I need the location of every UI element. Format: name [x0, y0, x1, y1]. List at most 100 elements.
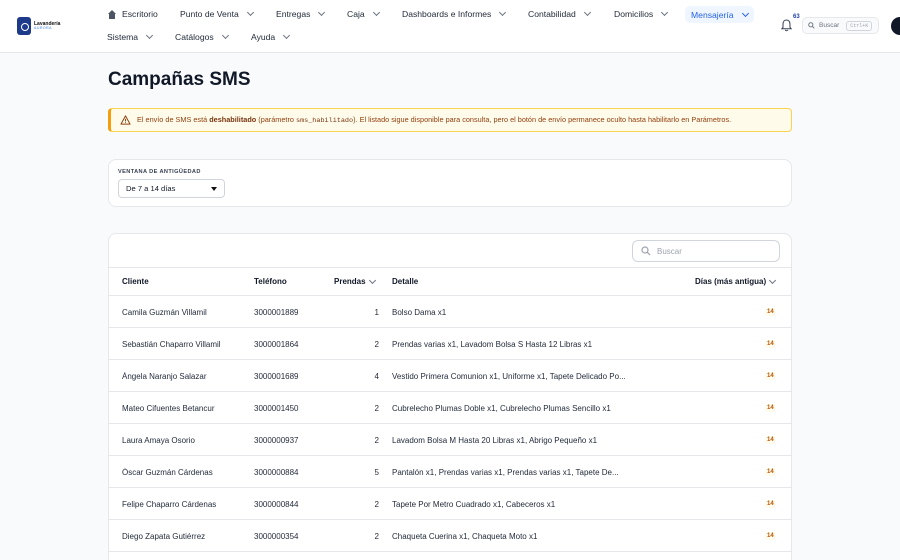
brand-subname: AURORA — [34, 25, 52, 30]
sort-chevron-icon — [368, 276, 376, 284]
warning-alert: El envío de SMS está deshabilitado (pará… — [108, 108, 792, 132]
table-row[interactable]: Felipe Chaparro Cárdenas 3000000844 2 Ta… — [109, 488, 791, 520]
cell-detalle: Prendas varias x1, Lavadom Bolsa S Hasta… — [392, 340, 593, 349]
cell-prendas: 4 — [374, 372, 379, 381]
table-row[interactable]: Camila Guzmán Villamil 3000001889 1 Bols… — [109, 296, 791, 328]
dias-badge: 14 — [765, 308, 776, 316]
sort-chevron-icon — [769, 276, 777, 284]
cell-telefono: 3000000937 — [254, 436, 299, 445]
chevron-down-icon — [146, 31, 154, 40]
cell-cliente: Diego Zapata Gutiérrez — [122, 532, 206, 541]
table-row[interactable]: Sebastián Chaparro Villamil 3000001864 2… — [109, 328, 791, 360]
cell-cliente: Camila Guzmán Villamil — [122, 308, 207, 317]
nav-label: Ayuda — [251, 32, 276, 42]
table-header: Cliente Teléfono Prendas Detalle Días (m… — [109, 267, 791, 296]
table-row[interactable]: Óscar Guzmán Cárdenas 3000000884 5 Panta… — [109, 456, 791, 488]
filter-label: VENTANA DE ANTIGÜEDAD — [118, 169, 201, 175]
cell-detalle: Tapete Por Metro Cuadrado x1, Cabeceros … — [392, 500, 556, 509]
warning-icon — [120, 115, 131, 125]
cell-prendas: 2 — [374, 436, 379, 445]
age-window-value: De 7 a 14 días — [126, 184, 176, 193]
alert-text: El envío de SMS está deshabilitado (pará… — [137, 115, 732, 125]
cell-telefono: 3000001889 — [254, 308, 299, 317]
cell-cliente: Sebastián Chaparro Villamil — [122, 340, 221, 349]
nav-label: Escritorio — [122, 9, 158, 19]
nav-ayuda[interactable]: Ayuda — [251, 29, 291, 45]
table-search-input[interactable]: Buscar — [632, 240, 780, 262]
cell-detalle: Chaqueta Cuerina x1, Chaqueta Moto x1 — [392, 532, 538, 541]
cell-prendas: 2 — [374, 340, 379, 349]
search-icon — [641, 246, 651, 256]
sms-campaign-table: Buscar Cliente Teléfono Prendas Detalle … — [108, 233, 792, 560]
cell-detalle: Vestido Primera Comunion x1, Uniforme x1… — [392, 372, 626, 381]
nav-label: Catálogos — [175, 32, 214, 42]
home-icon — [107, 9, 117, 19]
chevron-down-icon — [283, 31, 291, 40]
brand-logo[interactable]: Lavandería AURORA — [17, 16, 64, 36]
cell-detalle: Pantalón x1, Prendas varias x1, Prendas … — [392, 468, 619, 477]
nav-domicilios[interactable]: Domicilios — [614, 6, 669, 22]
cell-prendas: 1 — [374, 308, 379, 317]
table-row[interactable]: Ángela Naranjo Salazar 3000001689 4 Vest… — [109, 360, 791, 392]
search-icon — [808, 22, 815, 29]
chevron-down-icon — [741, 9, 749, 17]
cell-prendas: 2 — [374, 500, 379, 509]
header-cliente[interactable]: Cliente — [122, 277, 149, 286]
header-detalle[interactable]: Detalle — [392, 277, 418, 286]
nav-label: Dashboards e Informes — [402, 9, 492, 19]
dias-badge: 14 — [765, 404, 776, 412]
chevron-down-icon — [246, 8, 254, 17]
table-row[interactable]: Laura Amaya Osorio 3000000937 2 Lavadom … — [109, 424, 791, 456]
nav-caja[interactable]: Caja — [347, 6, 380, 22]
cell-prendas: 2 — [374, 404, 379, 413]
dias-badge: 14 — [765, 372, 776, 380]
header-prendas[interactable]: Prendas — [334, 276, 376, 286]
cell-detalle: Lavadom Bolsa M Hasta 20 Libras x1, Abri… — [392, 436, 598, 445]
bell-icon[interactable] — [781, 19, 792, 32]
cell-cliente: Felipe Chaparro Cárdenas — [122, 500, 217, 509]
cell-cliente: Laura Amaya Osorio — [122, 436, 195, 445]
nav-label: Domicilios — [614, 9, 654, 19]
logo-mark-icon — [17, 17, 31, 35]
cell-telefono: 3000001689 — [254, 372, 299, 381]
header-telefono[interactable]: Teléfono — [254, 277, 287, 286]
cell-cliente: Óscar Guzmán Cárdenas — [122, 468, 213, 477]
nav-mensajeria[interactable]: Mensajería — [685, 6, 754, 23]
chevron-down-icon — [318, 8, 326, 17]
nav-label: Caja — [347, 9, 365, 19]
dias-badge: 14 — [765, 340, 776, 348]
cell-telefono: 3000000884 — [254, 468, 299, 477]
nav-entregas[interactable]: Entregas — [276, 6, 326, 22]
page-title: Campañas SMS — [108, 69, 251, 90]
table-row[interactable]: Diego Zapata Gutiérrez 3000000354 2 Chaq… — [109, 520, 791, 552]
chevron-down-icon — [499, 8, 507, 17]
avatar[interactable] — [891, 17, 900, 35]
nav-contabilidad[interactable]: Contabilidad — [528, 6, 591, 22]
top-bar: Lavandería AURORA Escritorio Punto de Ve… — [0, 0, 900, 53]
cell-cliente: Ángela Naranjo Salazar — [122, 372, 207, 381]
dias-badge: 14 — [765, 500, 776, 508]
notification-count: 63 — [793, 14, 800, 20]
shortcut-hint: Ctrl+K — [846, 20, 873, 31]
select-arrow-icon — [211, 186, 217, 191]
nav-label: Sistema — [107, 32, 139, 42]
table-row[interactable]: Mateo Cifuentes Betancur 3000001450 2 Cu… — [109, 392, 791, 424]
cell-prendas: 5 — [374, 468, 379, 477]
cell-telefono: 3000000844 — [254, 500, 299, 509]
cell-telefono: 3000000354 — [254, 532, 299, 541]
nav-label: Punto de Venta — [180, 9, 239, 19]
nav-catalogos[interactable]: Catálogos — [175, 29, 229, 45]
nav-label: Mensajería — [691, 9, 734, 20]
global-search[interactable]: Buscar Ctrl+K — [802, 17, 879, 34]
nav-sistema[interactable]: Sistema — [107, 29, 154, 45]
cell-detalle: Cubrelecho Plumas Doble x1, Cubrelecho P… — [392, 404, 611, 413]
nav-dashboards[interactable]: Dashboards e Informes — [402, 6, 507, 22]
cell-telefono: 3000001450 — [254, 404, 299, 413]
nav-punto-de-venta[interactable]: Punto de Venta — [180, 6, 254, 22]
dias-badge: 14 — [765, 532, 776, 540]
age-window-select[interactable]: De 7 a 14 días — [118, 179, 225, 198]
nav-escritorio[interactable]: Escritorio — [107, 6, 158, 22]
cell-prendas: 2 — [374, 532, 379, 541]
header-dias[interactable]: Días (más antigua) — [695, 276, 777, 286]
chevron-down-icon — [372, 8, 380, 17]
